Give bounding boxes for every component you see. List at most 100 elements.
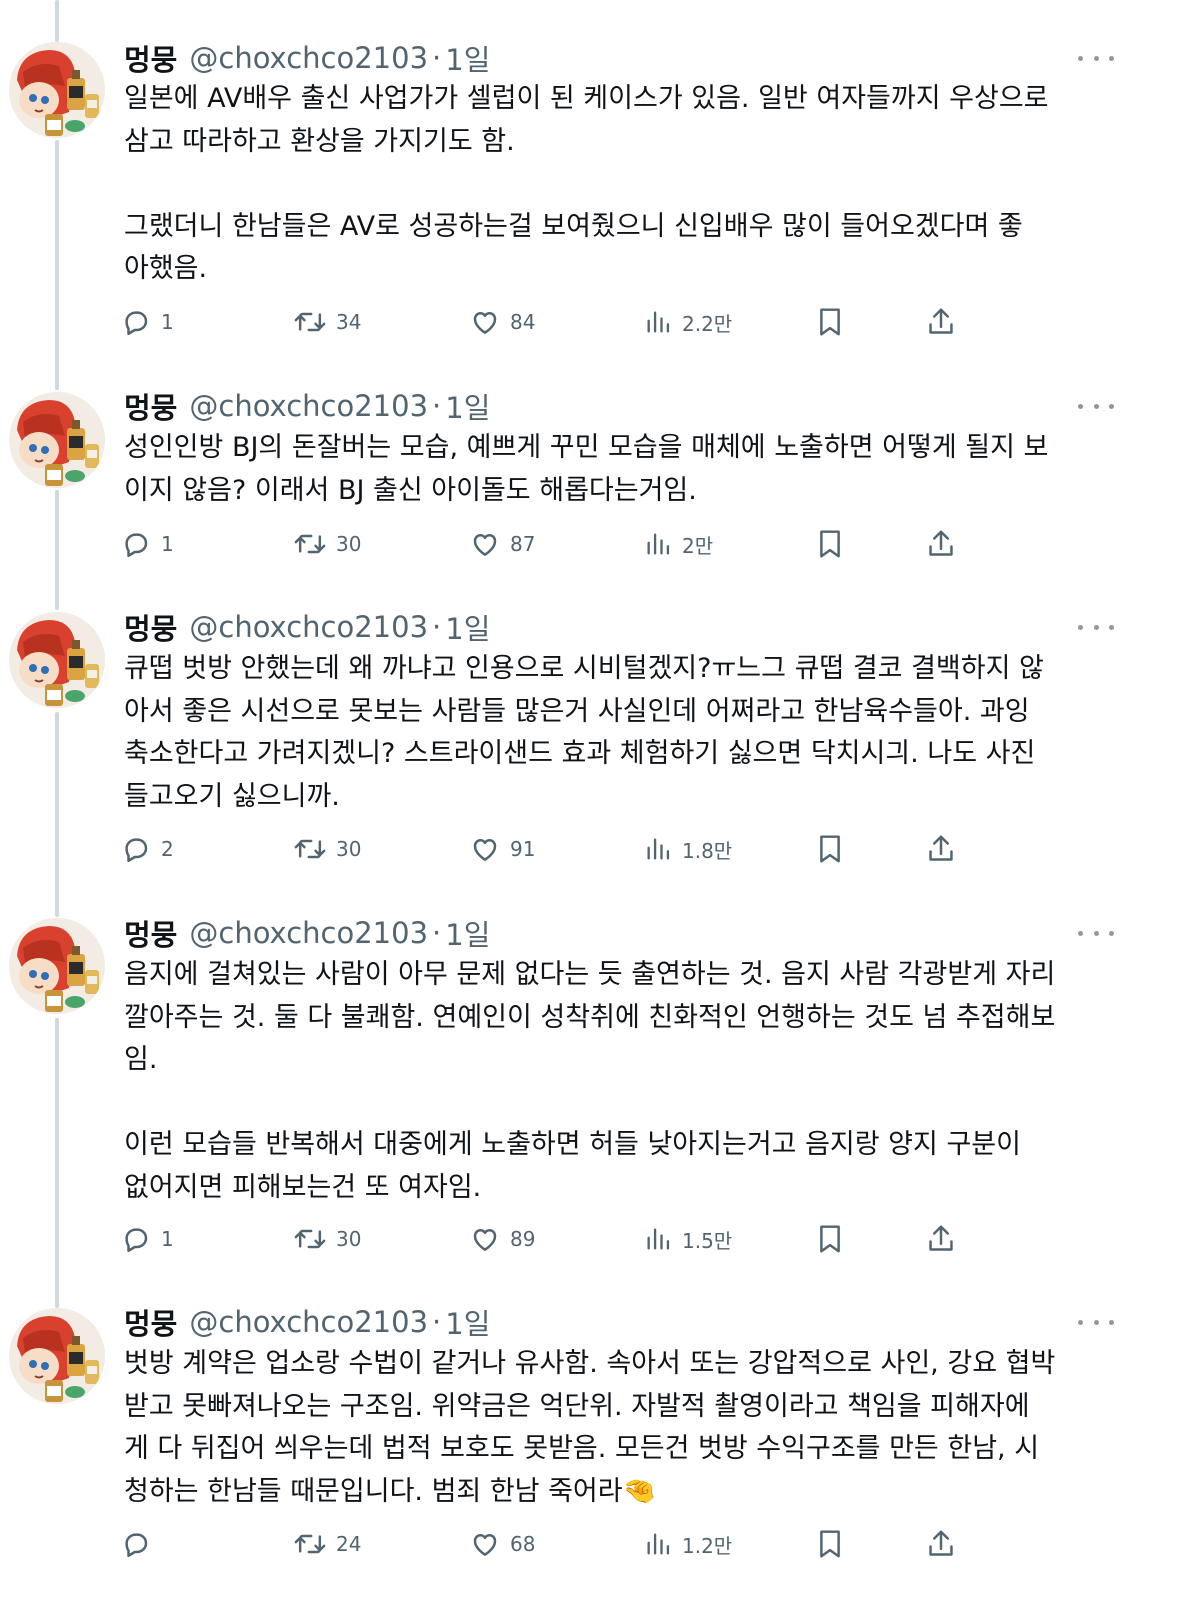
views-icon — [647, 1533, 670, 1555]
author-name[interactable]: 멍뭉 — [124, 37, 177, 79]
reply-button[interactable]: 1 — [121, 524, 174, 564]
dot — [1078, 1319, 1083, 1325]
separator: · — [432, 1305, 442, 1339]
timestamp[interactable]: 1일 — [445, 385, 490, 427]
views-button[interactable]: 2.2만 — [644, 302, 732, 342]
tweet-text: 음지에 걸쳐있는 사람이 아무 문제 없다는 듯 출연하는 것. 음지 사람 각… — [124, 959, 1056, 1203]
retweet-button[interactable]: 30 — [294, 524, 361, 564]
author-handle[interactable]: @choxchco2103 — [189, 610, 428, 644]
like-button[interactable]: 68 — [470, 1524, 535, 1564]
tweet-text: 큐떱 벗방 안했는데 왜 까냐고 인용으로 시비털겠지?ㅠ느그 큐떱 결코 결백… — [124, 653, 1044, 812]
thread-line — [55, 712, 59, 917]
retweet-button[interactable]: 30 — [294, 1219, 361, 1259]
share-button[interactable] — [926, 302, 956, 342]
more-icon[interactable] — [1078, 50, 1114, 66]
dot — [1078, 403, 1083, 409]
avatar[interactable] — [9, 612, 105, 708]
view-count: 2.2만 — [682, 311, 733, 336]
author-handle[interactable]: @choxchco2103 — [189, 1305, 428, 1339]
reply-count: 1 — [161, 1227, 174, 1251]
tweet-actions: 1 30 87 2만 — [0, 524, 1200, 564]
view-count: 1.8만 — [682, 838, 733, 863]
reply-icon — [125, 1533, 148, 1557]
tweet-header: 멍뭉 @choxchco2103 · 1일 — [124, 607, 490, 647]
author-name[interactable]: 멍뭉 — [124, 385, 177, 427]
share-icon — [929, 530, 953, 556]
retweet-icon — [294, 1229, 326, 1249]
views-icon — [647, 311, 670, 333]
timestamp[interactable]: 1일 — [445, 1301, 490, 1343]
reply-button[interactable] — [121, 1524, 161, 1564]
like-button[interactable]: 91 — [470, 829, 535, 869]
thread-line — [55, 0, 59, 42]
share-button[interactable] — [926, 1524, 956, 1564]
timestamp[interactable]: 1일 — [445, 606, 490, 648]
dot — [1109, 403, 1114, 409]
separator: · — [432, 389, 442, 423]
dot — [1078, 55, 1083, 61]
bookmark-button[interactable] — [816, 1524, 844, 1564]
bookmark-icon — [820, 1225, 840, 1253]
bookmark-button[interactable] — [816, 302, 844, 342]
avatar[interactable] — [9, 918, 105, 1014]
author-name[interactable]: 멍뭉 — [124, 1301, 177, 1343]
avatar[interactable] — [9, 392, 105, 488]
retweet-button[interactable]: 34 — [294, 302, 361, 342]
author-name[interactable]: 멍뭉 — [124, 606, 177, 648]
views-button[interactable]: 1.8만 — [644, 829, 732, 869]
like-button[interactable]: 89 — [470, 1219, 535, 1259]
thread-line — [55, 140, 59, 390]
author-name[interactable]: 멍뭉 — [124, 912, 177, 954]
retweet-button[interactable]: 24 — [294, 1524, 361, 1564]
like-count: 87 — [510, 532, 536, 556]
avatar[interactable] — [9, 1308, 105, 1404]
heart-icon — [473, 1229, 497, 1251]
retweet-icon — [294, 1534, 326, 1554]
views-button[interactable]: 1.2만 — [644, 1524, 732, 1564]
retweet-count: 24 — [336, 1532, 362, 1556]
retweet-count: 30 — [336, 1227, 362, 1251]
like-count: 89 — [510, 1227, 536, 1251]
more-icon[interactable] — [1078, 398, 1114, 414]
views-button[interactable]: 1.5만 — [644, 1219, 732, 1259]
tweet-text: 벗방 계약은 업소랑 수법이 같거나 유사함. 속아서 또는 강압적으로 사인,… — [124, 1348, 1056, 1507]
author-handle[interactable]: @choxchco2103 — [189, 41, 428, 75]
reply-button[interactable]: 1 — [121, 1219, 174, 1259]
tweet-header: 멍뭉 @choxchco2103 · 1일 — [124, 913, 490, 953]
bookmark-icon — [820, 308, 840, 336]
thread-line — [55, 1018, 59, 1308]
bookmark-button[interactable] — [816, 1219, 844, 1259]
timestamp[interactable]: 1일 — [445, 912, 490, 954]
dot — [1093, 1319, 1099, 1325]
heart-icon — [473, 1534, 497, 1556]
views-button[interactable]: 2만 — [644, 524, 713, 564]
author-handle[interactable]: @choxchco2103 — [189, 389, 428, 423]
timestamp[interactable]: 1일 — [445, 37, 490, 79]
like-button[interactable]: 87 — [470, 524, 535, 564]
reply-button[interactable]: 1 — [121, 302, 174, 342]
share-button[interactable] — [926, 524, 956, 564]
retweet-button[interactable]: 30 — [294, 829, 361, 869]
bookmark-icon — [820, 835, 840, 863]
share-button[interactable] — [926, 829, 956, 869]
retweet-icon — [294, 534, 326, 554]
views-icon — [647, 1228, 670, 1250]
share-icon — [929, 308, 953, 334]
dot — [1109, 624, 1114, 630]
avatar[interactable] — [9, 42, 105, 138]
more-icon[interactable] — [1078, 1314, 1114, 1330]
author-handle[interactable]: @choxchco2103 — [189, 916, 428, 950]
share-button[interactable] — [926, 1219, 956, 1259]
like-button[interactable]: 84 — [470, 302, 535, 342]
bookmark-button[interactable] — [816, 524, 844, 564]
more-icon[interactable] — [1078, 619, 1114, 635]
more-icon[interactable] — [1078, 925, 1114, 941]
bookmark-button[interactable] — [816, 829, 844, 869]
dot — [1093, 403, 1099, 409]
reply-button[interactable]: 2 — [121, 829, 174, 869]
tweet-actions: 1 34 84 2.2만 — [0, 302, 1200, 342]
dot — [1109, 930, 1114, 936]
like-count: 84 — [510, 310, 536, 334]
tweet-actions: 1 30 89 1.5만 — [0, 1219, 1200, 1259]
bookmark-icon — [820, 530, 840, 558]
